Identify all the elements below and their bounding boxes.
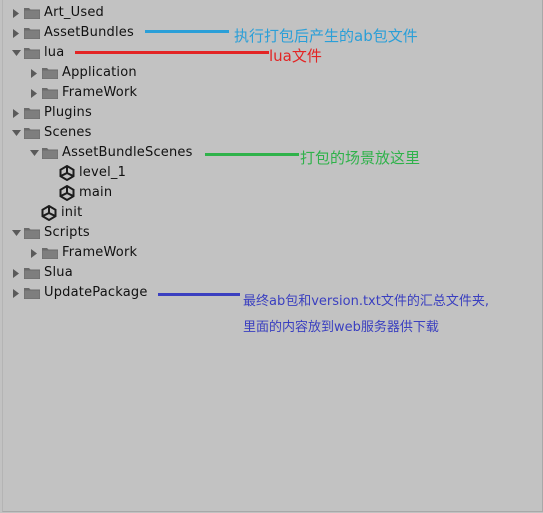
folder-icon	[23, 123, 41, 143]
annotation-line-assetbundles	[145, 30, 229, 33]
annotation-scenes: 打包的场景放这里	[300, 149, 421, 167]
collapse-arrow-icon[interactable]	[9, 43, 23, 63]
annotation-updatepackage-line1: 最终ab包和version.txt文件的汇总文件夹,	[243, 294, 489, 309]
tree-item-init[interactable]: init	[41, 203, 82, 223]
tree-item-level-1[interactable]: level_1	[59, 163, 126, 183]
tree-item-application[interactable]: Application	[27, 63, 137, 83]
folder-icon	[23, 263, 41, 283]
tree-item-label: Art_Used	[44, 5, 104, 20]
tree-item-scenes[interactable]: Scenes	[9, 123, 92, 143]
project-panel: Art_Used AssetBundles lua Application Fr…	[2, 0, 543, 512]
folder-icon	[23, 43, 41, 63]
folder-icon	[23, 223, 41, 243]
annotation-line-scenes	[205, 153, 299, 156]
tree-item-plugins[interactable]: Plugins	[9, 103, 92, 123]
tree-item-label: Scenes	[44, 125, 92, 140]
tree-item-label: Slua	[44, 265, 73, 280]
tree-item-scripts[interactable]: Scripts	[9, 223, 90, 243]
expand-arrow-icon[interactable]	[27, 63, 41, 83]
expand-arrow-icon[interactable]	[27, 83, 41, 103]
tree-item-updatepackage[interactable]: UpdatePackage	[9, 283, 148, 303]
folder-icon	[23, 103, 41, 123]
tree-item-main[interactable]: main	[59, 183, 112, 203]
tree-item-label: main	[79, 185, 113, 200]
tree-item-label: UpdatePackage	[44, 285, 148, 300]
tree-item-framework[interactable]: FrameWork	[27, 83, 137, 103]
tree-item-assetbundles[interactable]: AssetBundles	[9, 23, 134, 43]
folder-icon	[41, 143, 59, 163]
tree-item-assetbundlescenes[interactable]: AssetBundleScenes	[27, 143, 193, 163]
folder-icon	[41, 63, 59, 83]
collapse-arrow-icon[interactable]	[9, 223, 23, 243]
unity-scene-icon	[59, 183, 76, 203]
tree-item-slua[interactable]: Slua	[9, 263, 73, 283]
tree-item-framework[interactable]: FrameWork	[27, 243, 137, 263]
folder-icon	[41, 243, 59, 263]
folder-icon	[23, 23, 41, 43]
unity-scene-icon	[41, 203, 58, 223]
collapse-arrow-icon[interactable]	[27, 143, 41, 163]
tree-item-label: AssetBundleScenes	[62, 145, 193, 160]
expand-arrow-icon[interactable]	[9, 103, 23, 123]
collapse-arrow-icon[interactable]	[9, 123, 23, 143]
annotation-assetbundles: 执行打包后产生的ab包文件	[234, 27, 418, 45]
folder-icon	[23, 3, 41, 23]
tree-item-art-used[interactable]: Art_Used	[9, 3, 104, 23]
tree-item-label: FrameWork	[62, 85, 138, 100]
annotation-updatepackage-line2: 里面的内容放到web服务器供下载	[243, 320, 439, 335]
expand-arrow-icon[interactable]	[9, 23, 23, 43]
tree-item-label: level_1	[79, 165, 127, 180]
expand-arrow-icon[interactable]	[9, 3, 23, 23]
expand-arrow-icon[interactable]	[27, 243, 41, 263]
tree-item-lua[interactable]: lua	[9, 43, 64, 63]
annotation-line-updatepackage	[158, 293, 240, 296]
folder-icon	[41, 83, 59, 103]
tree-item-label: Plugins	[44, 105, 92, 120]
tree-item-label: AssetBundles	[44, 25, 134, 40]
unity-scene-icon	[59, 163, 76, 183]
folder-icon	[23, 283, 41, 303]
annotation-lua: lua文件	[269, 47, 322, 65]
tree-item-label: Scripts	[44, 225, 90, 240]
expand-arrow-icon[interactable]	[9, 263, 23, 283]
tree-item-label: FrameWork	[62, 245, 138, 260]
expand-arrow-icon[interactable]	[9, 283, 23, 303]
tree-item-label: init	[61, 205, 83, 220]
tree-item-label: Application	[62, 65, 137, 80]
annotation-line-lua	[75, 51, 269, 54]
tree-item-label: lua	[44, 45, 65, 60]
